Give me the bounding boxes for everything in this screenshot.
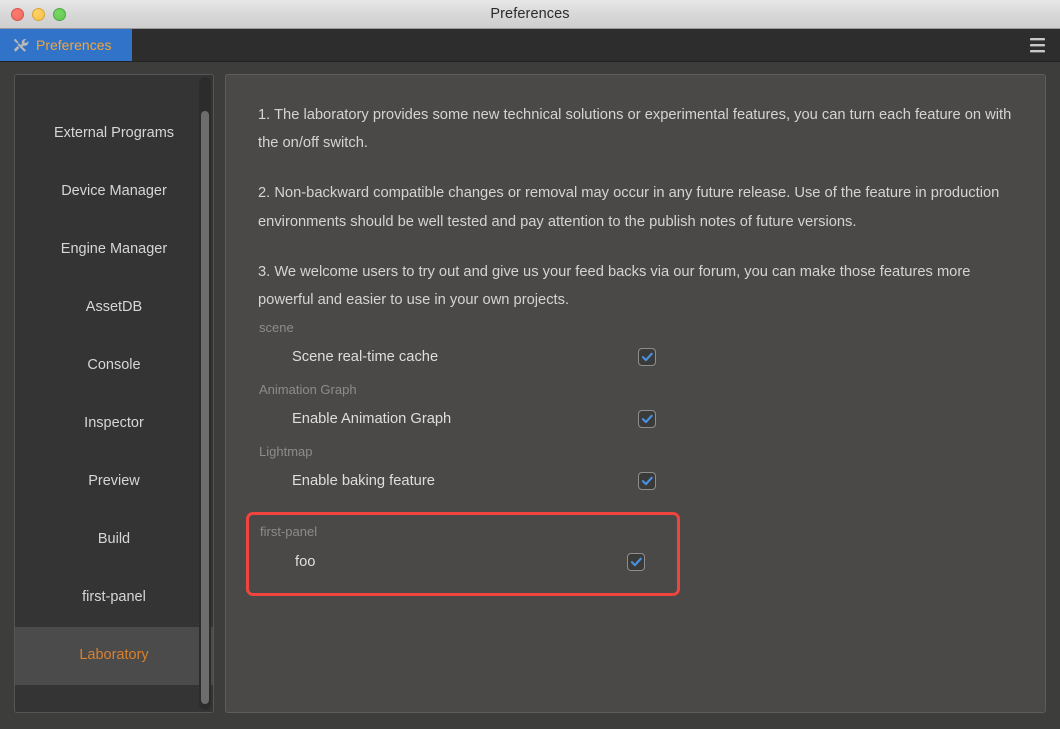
intro-paragraph: 1. The laboratory provides some new tech… [258, 107, 1012, 152]
settings-group-scene: scene Scene real-time cache [258, 320, 1015, 376]
checkbox-enable-baking-feature[interactable] [638, 472, 656, 491]
settings-group-label: Lightmap [259, 444, 313, 460]
sidebar-item-assetdb[interactable]: AssetDB [15, 279, 213, 337]
sidebar-item-build[interactable]: Build [15, 511, 213, 569]
sidebar-item-label: Inspector [84, 415, 144, 432]
sidebar-item-preview[interactable]: Preview [15, 453, 213, 511]
sidebar-list: External Programs Device Manager Engine Ma… [15, 75, 213, 685]
setting-label: Scene real-time cache [292, 349, 439, 366]
setting-label: foo [295, 554, 316, 571]
sidebar-item-external-programs[interactable]: External Programs [15, 105, 213, 163]
setting-row-foo: foo [259, 543, 645, 581]
sidebar-item-label: Console [87, 357, 141, 374]
hamburger-menu-icon[interactable] [1020, 29, 1054, 61]
body-area: External Programs Device Manager Engine Ma… [0, 62, 1060, 729]
sidebar-item-label: Engine Manager [60, 241, 168, 258]
setting-row-enable-baking-feature: Enable baking feature [258, 462, 656, 500]
sidebar-item-device-manager[interactable]: Device Manager [15, 163, 213, 221]
intro-text: 1. The laboratory provides some new tech… [258, 101, 1015, 314]
wrench-tools-icon [12, 37, 29, 54]
setting-row-scene-real-time-cache: Scene real-time cache [258, 338, 656, 376]
settings-group-label: scene [259, 320, 294, 336]
settings-groups: scene Scene real-time cache Animation Grap… [246, 320, 1015, 597]
close-button[interactable] [11, 7, 24, 21]
tab-bar: Preferences [0, 29, 1060, 62]
settings-group-label: first-panel [260, 524, 318, 540]
setting-row-enable-animation-graph: Enable Animation Graph [258, 400, 656, 438]
sidebar: External Programs Device Manager Engine Ma… [14, 74, 214, 713]
sidebar-item-label: first-panel [82, 589, 146, 606]
sidebar-item-label: External Programs [53, 125, 175, 142]
sidebar-item-console[interactable]: Console [15, 337, 213, 395]
settings-group-lightmap: Lightmap Enable baking feature [258, 444, 1015, 500]
settings-group-label: Animation Graph [259, 382, 357, 398]
content-panel: 1. The laboratory provides some new tech… [225, 74, 1046, 713]
sidebar-item-first-panel[interactable]: first-panel [15, 569, 213, 627]
tab-preferences[interactable]: Preferences [0, 29, 132, 61]
settings-group-animation-graph: Animation Graph Enable Animation Graph [258, 382, 1015, 438]
sidebar-item-label: Device Manager [61, 183, 167, 200]
intro-paragraph: 3. We welcome users to try out and give … [258, 263, 971, 309]
sidebar-scrollbar-thumb[interactable] [201, 111, 209, 704]
sidebar-item-label: AssetDB [85, 299, 143, 316]
window-title: Preferences [490, 6, 570, 22]
checkbox-enable-animation-graph[interactable] [638, 410, 656, 429]
sidebar-item-label: Preview [88, 473, 140, 490]
checkbox-scene-real-time-cache[interactable] [638, 348, 656, 367]
sidebar-item-inspector[interactable]: Inspector [15, 395, 213, 453]
tabbar-spacer [132, 29, 1020, 61]
window-titlebar: Preferences [0, 0, 1060, 29]
maximize-button[interactable] [53, 7, 66, 21]
settings-group-first-panel: first-panel foo [246, 512, 680, 597]
preferences-window: Preferences Preferences External Program… [0, 0, 1060, 729]
sidebar-item-label: Laboratory [79, 647, 149, 664]
sidebar-scrollbar[interactable] [199, 77, 211, 710]
setting-label: Enable baking feature [292, 473, 435, 490]
intro-paragraph: 2. Non-backward compatible changes or re… [258, 185, 1000, 230]
setting-label: Enable Animation Graph [292, 411, 452, 428]
traffic-lights [0, 7, 66, 21]
tab-label: Preferences [36, 37, 112, 53]
sidebar-item-engine-manager[interactable]: Engine Manager [15, 221, 213, 279]
minimize-button[interactable] [32, 7, 45, 21]
sidebar-item-laboratory[interactable]: Laboratory [15, 627, 213, 685]
checkbox-foo[interactable] [627, 553, 645, 572]
sidebar-item-label: Build [97, 531, 131, 548]
